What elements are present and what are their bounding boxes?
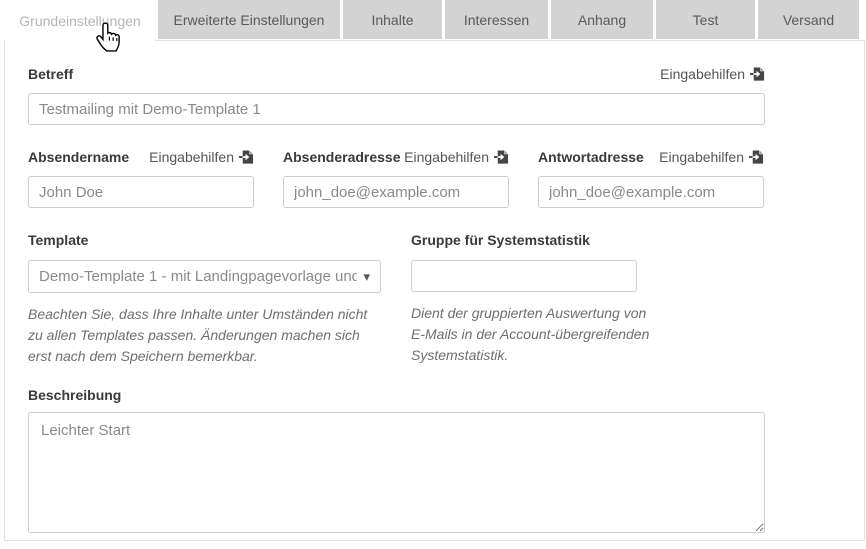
antwortadresse-field-group: Antwortadresse Eingabehilfen [538, 149, 764, 208]
absendername-field-group: Absendername Eingabehilfen [28, 149, 254, 208]
absendername-label: Absendername [28, 149, 129, 165]
tab-inhalte[interactable]: Inhalte [343, 0, 442, 39]
betreff-label: Betreff [28, 66, 73, 82]
template-statistik-row: Template Demo-Template 1 - mit Landingpa… [28, 232, 864, 367]
tab-versand[interactable]: Versand [758, 0, 859, 39]
antwortadresse-eingabehilfen-link[interactable]: Eingabehilfen [659, 149, 764, 165]
tab-interessen[interactable]: Interessen [445, 0, 548, 39]
tab-test[interactable]: Test [656, 0, 755, 39]
betreff-field-group: Betreff Eingabehilfen [28, 66, 864, 125]
beschreibung-label: Beschreibung [28, 387, 864, 403]
betreff-eingabehilfen-link[interactable]: Eingabehilfen [660, 66, 765, 82]
eingabehilfen-label: Eingabehilfen [149, 149, 234, 165]
gruppe-systemstatistik-note: Dient der gruppierten Auswertung von E-M… [411, 303, 653, 366]
beschreibung-textarea[interactable]: Leichter Start [28, 412, 765, 533]
tab-grundeinstellungen[interactable]: Grundeinstellungen [5, 0, 155, 41]
eingabehilfen-label: Eingabehilfen [659, 149, 744, 165]
absendername-eingabehilfen-link[interactable]: Eingabehilfen [149, 149, 254, 165]
tab-anhang[interactable]: Anhang [551, 0, 653, 39]
eingabehilfen-label: Eingabehilfen [660, 66, 745, 82]
sender-fields-row: Absendername Eingabehilfen [28, 149, 864, 208]
template-select[interactable]: Demo-Template 1 - mit Landingpagevorlage… [28, 260, 381, 293]
eingabehilfen-label: Eingabehilfen [404, 149, 489, 165]
insert-into-field-icon [750, 66, 765, 82]
absenderadresse-input[interactable] [283, 176, 509, 208]
tab-erweiterte-einstellungen[interactable]: Erweiterte Einstellungen [158, 0, 340, 39]
insert-into-field-icon [494, 149, 509, 165]
settings-panel: Betreff Eingabehilfen Absendername [4, 40, 865, 541]
antwortadresse-input[interactable] [538, 176, 764, 208]
template-field-group: Template Demo-Template 1 - mit Landingpa… [28, 232, 381, 367]
absendername-input[interactable] [28, 176, 254, 208]
template-note: Beachten Sie, dass Ihre Inhalte unter Um… [28, 304, 384, 367]
gruppe-systemstatistik-label: Gruppe für Systemstatistik [411, 232, 590, 248]
insert-into-field-icon [239, 149, 254, 165]
betreff-input[interactable] [28, 93, 765, 125]
absenderadresse-field-group: Absenderadresse Eingabehilfen [283, 149, 509, 208]
template-label: Template [28, 232, 88, 248]
beschreibung-field-group: Beschreibung Leichter Start [28, 387, 864, 538]
absenderadresse-label: Absenderadresse [283, 149, 401, 165]
gruppe-field-group: Gruppe für Systemstatistik Dient der gru… [411, 232, 765, 367]
insert-into-field-icon [749, 149, 764, 165]
gruppe-systemstatistik-input[interactable] [411, 260, 637, 292]
template-selected-value: Demo-Template 1 - mit Landingpagevorlage… [39, 268, 357, 285]
chevron-down-icon: ▾ [363, 269, 370, 285]
antwortadresse-label: Antwortadresse [538, 149, 644, 165]
tab-bar: Grundeinstellungen Erweiterte Einstellun… [0, 0, 866, 40]
absenderadresse-eingabehilfen-link[interactable]: Eingabehilfen [404, 149, 509, 165]
